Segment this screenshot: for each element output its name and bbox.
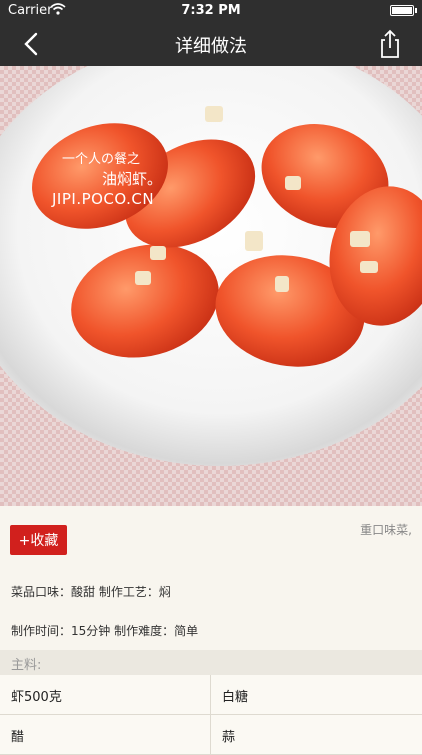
favorite-button[interactable]: +收藏 <box>10 525 67 555</box>
navigation-bar: 详细做法 <box>0 22 422 66</box>
ingredient-cell: 蒜 <box>222 730 236 745</box>
garlic-piece <box>350 231 370 247</box>
status-bar: Carrier 7:32 PM <box>0 0 422 22</box>
recipe-photo: 一个人の餐之 油焖虾。 JIPI.POCO.CN <box>0 66 422 506</box>
share-button[interactable] <box>372 26 408 62</box>
garlic-piece <box>285 176 301 190</box>
watermark-url: JIPI.POCO.CN <box>52 190 155 208</box>
column-divider <box>210 715 211 754</box>
column-divider <box>210 675 211 714</box>
clock: 7:32 PM <box>181 3 241 18</box>
garlic-piece <box>275 276 289 292</box>
taste-technique-info: 菜品口味：酸甜 制作工艺：焖 <box>11 585 171 599</box>
ingredient-cell: 白糖 <box>222 690 249 705</box>
ingredients-heading: 主料: <box>0 650 422 675</box>
share-icon <box>381 29 399 58</box>
garlic-piece <box>150 246 166 260</box>
garlic-piece <box>135 271 151 285</box>
garlic-piece <box>205 106 223 122</box>
battery-icon <box>390 5 414 16</box>
time-difficulty-info: 制作时间：15分钟 制作难度：简单 <box>11 624 199 638</box>
watermark-line: 油焖虾。 <box>102 170 163 188</box>
recipe-tag: 重口味菜, <box>360 523 412 537</box>
battery-tip <box>415 8 417 13</box>
ingredient-cell: 虾500克 <box>11 690 62 705</box>
ingredients-table: 虾500克 白糖 醋 蒜 <box>0 675 422 755</box>
watermark-line: 一个人の餐之 <box>62 152 141 167</box>
garlic-piece <box>245 231 263 251</box>
ingredients-heading-label: 主料: <box>11 658 42 673</box>
ingredient-cell: 醋 <box>11 730 25 745</box>
page-title: 详细做法 <box>175 36 247 57</box>
garlic-piece <box>360 261 378 273</box>
table-row: 醋 蒜 <box>0 715 422 755</box>
table-row: 虾500克 白糖 <box>0 675 422 715</box>
